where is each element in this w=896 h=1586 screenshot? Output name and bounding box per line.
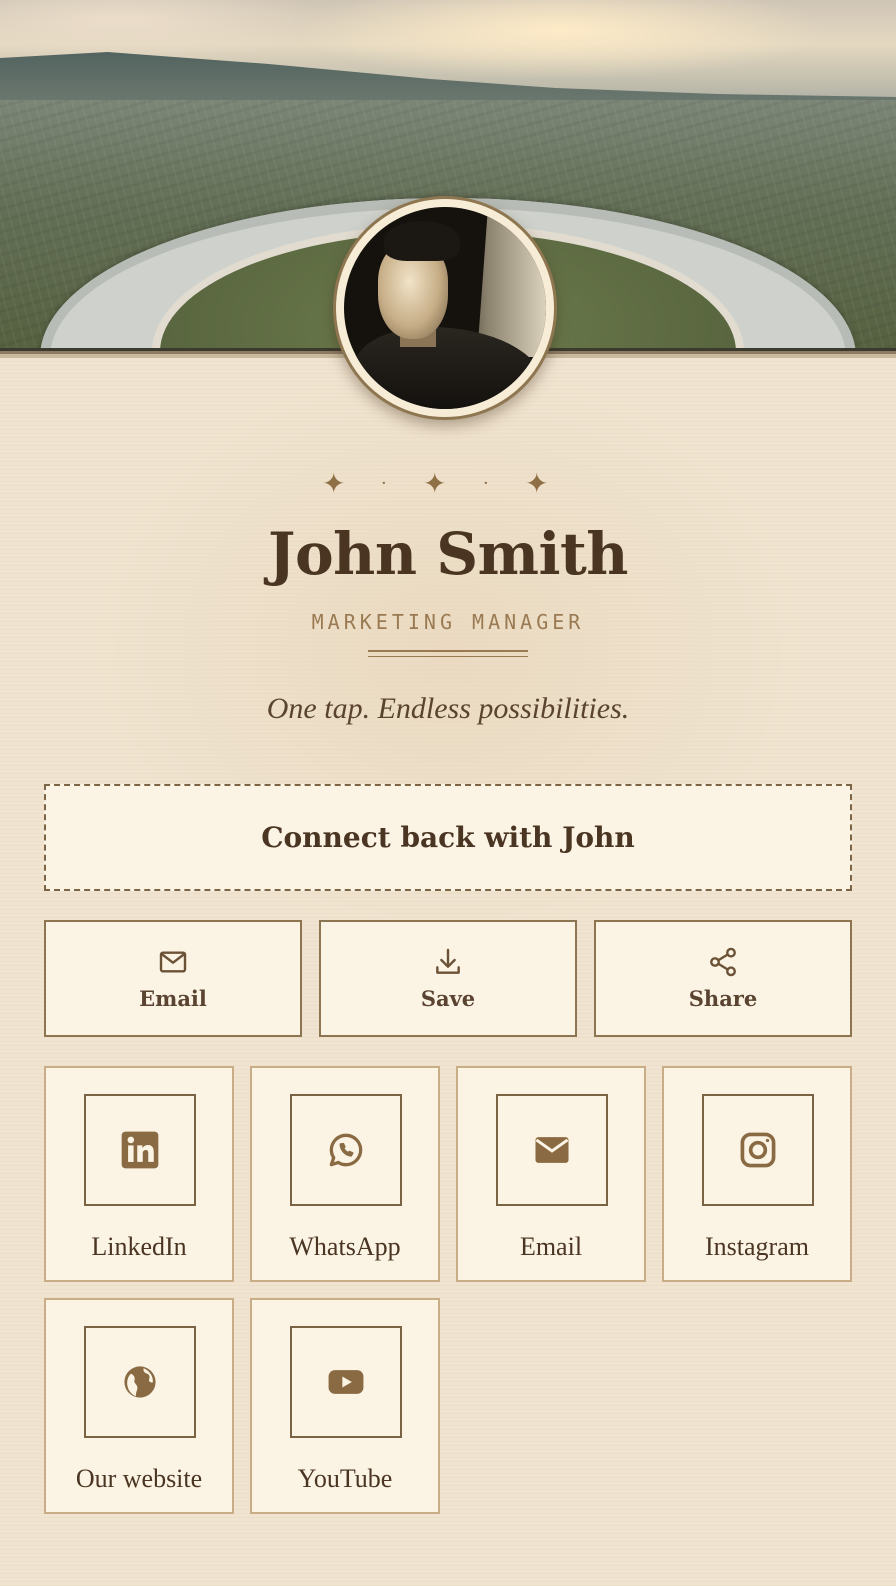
link-tile-icon-frame xyxy=(702,1094,814,1206)
link-tile-icon-frame xyxy=(84,1094,196,1206)
save-button[interactable]: Save xyxy=(319,920,577,1037)
download-icon xyxy=(436,948,460,974)
star-icon: ✦ xyxy=(525,467,549,500)
profile-title: MARKETING MANAGER xyxy=(311,610,585,634)
link-tile-linkedin[interactable]: LinkedIn xyxy=(44,1066,234,1282)
title-rule xyxy=(368,650,528,657)
star-icon: ✦ xyxy=(322,467,346,500)
ornament-divider: ✦ · ✦ · ✦ xyxy=(318,466,558,502)
link-tile-icon-frame xyxy=(290,1326,402,1438)
share-button[interactable]: Share xyxy=(594,920,852,1037)
save-button-label: Save xyxy=(420,986,476,1011)
connect-button[interactable]: Connect back with John xyxy=(44,784,852,891)
connect-label: Connect back with John xyxy=(261,821,635,854)
link-tile-icon-frame xyxy=(290,1094,402,1206)
mail-outline-icon xyxy=(159,951,187,973)
globe-icon xyxy=(124,1366,156,1398)
profile-name: John Smith xyxy=(268,520,628,588)
link-tile-icon-frame xyxy=(496,1094,608,1206)
envelope-icon xyxy=(535,1137,569,1163)
link-tile-label: Our website xyxy=(75,1464,203,1493)
star-icon: ✦ xyxy=(423,467,447,500)
link-tile-instagram[interactable]: Instagram xyxy=(662,1066,852,1282)
link-tile-label: WhatsApp xyxy=(289,1232,401,1261)
link-tile-website[interactable]: Our website xyxy=(44,1298,234,1514)
linkedin-icon xyxy=(121,1131,159,1169)
avatar-photo xyxy=(344,207,546,409)
email-button[interactable]: Email xyxy=(44,920,302,1037)
email-button-label: Email xyxy=(139,986,207,1011)
link-tile-label: Email xyxy=(519,1232,583,1261)
link-tile-label: LinkedIn xyxy=(91,1232,187,1261)
link-tile-email[interactable]: Email xyxy=(456,1066,646,1282)
instagram-icon xyxy=(740,1132,776,1168)
link-tile-icon-frame xyxy=(84,1326,196,1438)
dot-icon: · xyxy=(381,473,387,494)
share-button-label: Share xyxy=(688,986,758,1011)
link-tile-label: Instagram xyxy=(705,1232,809,1261)
link-tile-label: YouTube xyxy=(297,1464,393,1493)
avatar xyxy=(333,196,557,420)
youtube-icon xyxy=(328,1370,364,1394)
share-icon xyxy=(710,947,736,977)
whatsapp-icon xyxy=(329,1133,363,1167)
link-tile-youtube[interactable]: YouTube xyxy=(250,1298,440,1514)
link-tile-whatsapp[interactable]: WhatsApp xyxy=(250,1066,440,1282)
dot-icon: · xyxy=(483,473,489,494)
profile-tagline: One tap. Endless possibilities. xyxy=(266,692,630,725)
